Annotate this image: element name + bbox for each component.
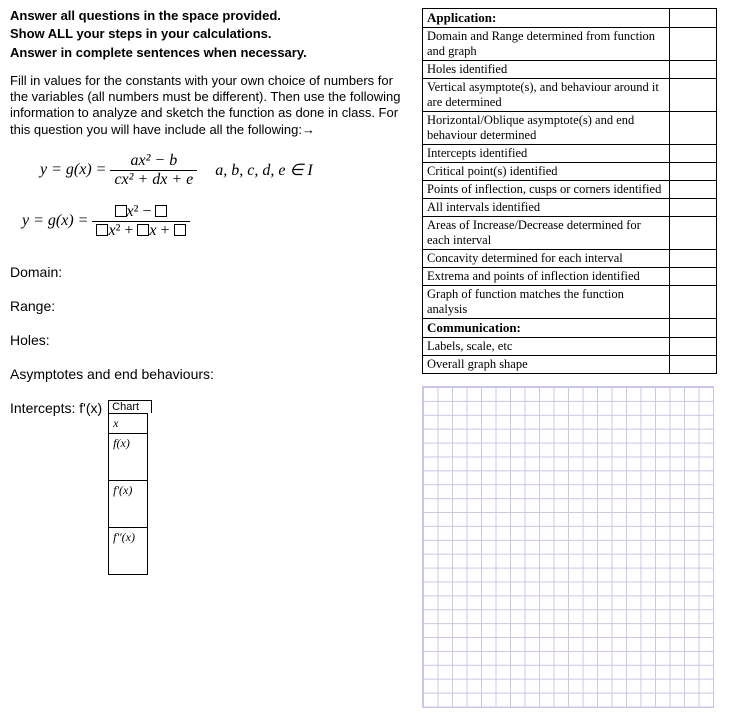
- instruction-line: Answer all questions in the space provid…: [10, 8, 410, 24]
- blank-box[interactable]: [137, 224, 149, 236]
- blank-box[interactable]: [115, 205, 127, 217]
- rubric-score-cell[interactable]: [670, 217, 716, 249]
- rubric-score-cell[interactable]: [670, 145, 716, 162]
- field-range[interactable]: Range:: [10, 298, 410, 314]
- instruction-line: Answer in complete sentences when necess…: [10, 45, 410, 61]
- formula-denominator: cx² + dx + e: [110, 171, 197, 189]
- rubric-score-cell[interactable]: [670, 268, 716, 285]
- formula-2: y = g(x) = x² − x² + x +: [22, 203, 410, 240]
- rubric-score-cell[interactable]: [670, 319, 716, 337]
- blank-box[interactable]: [96, 224, 108, 236]
- rubric-item: Points of inflection, cusps or corners i…: [423, 181, 670, 198]
- graph-paper[interactable]: [422, 386, 714, 708]
- rubric-header-communication: Communication:: [423, 319, 670, 337]
- rubric-score-cell[interactable]: [670, 79, 716, 111]
- formula-1: y = g(x) = ax² − b cx² + dx + e a, b, c,…: [40, 152, 410, 189]
- rubric-score-cell[interactable]: [670, 199, 716, 216]
- formula-condition: a, b, c, d, e ∈ I: [215, 160, 312, 180]
- rubric-score-cell[interactable]: [670, 250, 716, 267]
- rubric-item: Concavity determined for each interval: [423, 250, 670, 267]
- instruction-line: Show ALL your steps in your calculations…: [10, 26, 410, 42]
- instructions-block: Answer all questions in the space provid…: [10, 8, 410, 138]
- field-intercepts: Intercepts: f'(x): [10, 400, 102, 416]
- blank-box[interactable]: [174, 224, 186, 236]
- formula-numerator-blank[interactable]: x² −: [92, 203, 189, 222]
- rubric-item: Areas of Increase/Decrease determined fo…: [423, 217, 670, 249]
- formula-lhs: y = g(x) =: [22, 212, 88, 230]
- rubric-header-application: Application:: [423, 9, 670, 27]
- rubric-score-cell[interactable]: [670, 28, 716, 60]
- rubric-item: Graph of function matches the function a…: [423, 286, 670, 318]
- rubric-item: Domain and Range determined from functio…: [423, 28, 670, 60]
- rubric-score-cell[interactable]: [670, 112, 716, 144]
- field-holes[interactable]: Holes:: [10, 332, 410, 348]
- formula-denominator-blank[interactable]: x² + x +: [92, 222, 189, 240]
- blank-box[interactable]: [155, 205, 167, 217]
- rubric-item: Vertical asymptote(s), and behaviour aro…: [423, 79, 670, 111]
- formula-lhs: y = g(x) =: [40, 161, 106, 179]
- formula-numerator: ax² − b: [110, 152, 197, 171]
- intercepts-chart[interactable]: x f(x) f'(x) f''(x): [108, 413, 148, 575]
- rubric-item: Overall graph shape: [423, 356, 670, 373]
- chart-row-x: x: [109, 413, 148, 433]
- field-asymptotes[interactable]: Asymptotes and end behaviours:: [10, 366, 410, 382]
- rubric-score-cell[interactable]: [670, 61, 716, 78]
- rubric-score-cell[interactable]: [670, 9, 716, 27]
- rubric-score-cell[interactable]: [670, 356, 716, 373]
- rubric-item: Intercepts identified: [423, 145, 670, 162]
- rubric-score-cell[interactable]: [670, 181, 716, 198]
- rubric-item: Critical point(s) identified: [423, 163, 670, 180]
- rubric-score-cell[interactable]: [670, 338, 716, 355]
- rubric-table: Application: Domain and Range determined…: [422, 8, 717, 374]
- rubric-item: Labels, scale, etc: [423, 338, 670, 355]
- rubric-item: Holes identified: [423, 61, 670, 78]
- rubric-item: Extrema and points of inflection identif…: [423, 268, 670, 285]
- rubric-item: All intervals identified: [423, 199, 670, 216]
- chart-row-fppx: f''(x): [109, 527, 148, 574]
- chart-caption: Chart: [108, 400, 152, 413]
- rubric-score-cell[interactable]: [670, 163, 716, 180]
- rubric-item: Horizontal/Oblique asymptote(s) and end …: [423, 112, 670, 144]
- rubric-score-cell[interactable]: [670, 286, 716, 318]
- field-domain[interactable]: Domain:: [10, 264, 410, 280]
- chart-row-fx: f(x): [109, 433, 148, 480]
- chart-row-fpx: f'(x): [109, 480, 148, 527]
- instruction-paragraph: Fill in values for the constants with yo…: [10, 73, 410, 138]
